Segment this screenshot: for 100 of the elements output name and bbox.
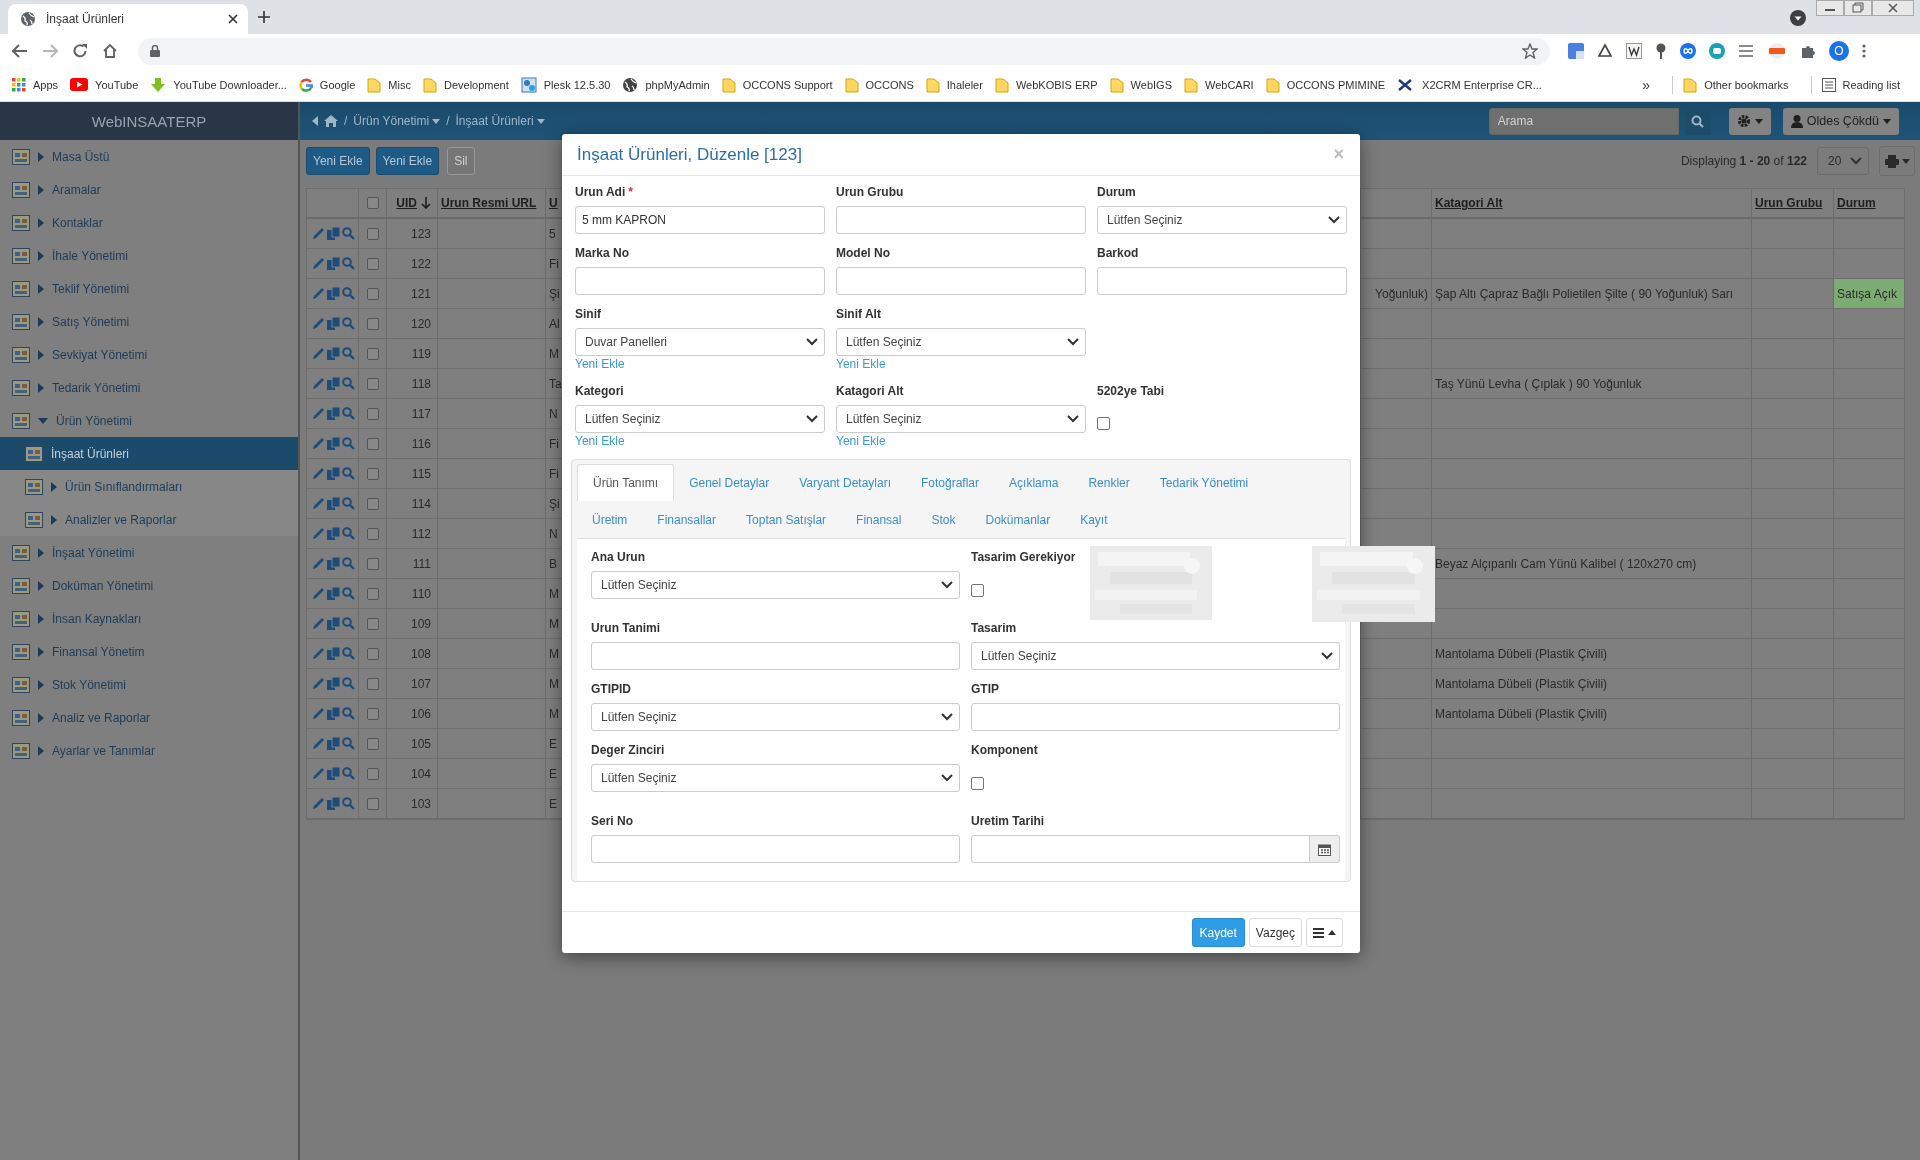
table-cell: 107: [387, 669, 438, 699]
table-cell: 111: [387, 549, 438, 579]
sidebar-item[interactable]: İhale Yönetimi: [0, 239, 298, 272]
sidebar-item[interactable]: Analiz ve Raporlar: [0, 701, 298, 734]
search-field[interactable]: Arama: [1488, 107, 1679, 135]
toolbar-button[interactable]: Yeni Ekle: [375, 147, 440, 175]
tab[interactable]: Üretim: [577, 501, 643, 538]
bookmark[interactable]: YouTube: [70, 78, 139, 91]
table-cell: 121: [387, 279, 438, 309]
field-label: Urun Grubu: [836, 185, 904, 199]
add-new-link[interactable]: Yeni Ekle: [836, 357, 886, 372]
bookmark[interactable]: Ihaleler: [925, 76, 983, 93]
sidebar-item[interactable]: Doküman Yönetimi: [0, 569, 298, 602]
dropdown[interactable]: Lütfen Seçiniz: [591, 764, 960, 792]
cancel-button[interactable]: Vazgeç: [1248, 918, 1302, 947]
bookmark[interactable]: OCCONS PMIMINE: [1265, 76, 1386, 93]
table-cell: 123: [387, 219, 438, 249]
bookmark[interactable]: X2CRM Enterprise CR...: [1397, 77, 1542, 92]
bookmark[interactable]: Google: [298, 77, 356, 92]
sidebar-item[interactable]: Aramalar: [0, 173, 298, 206]
browser-tab[interactable]: İnşaat Ürünleri: [8, 4, 248, 34]
sidebar-item[interactable]: Sevkiyat Yönetimi: [0, 338, 298, 371]
field-label: Katagori Alt: [836, 384, 904, 398]
sidebar-item[interactable]: Finansal Yönetim: [0, 635, 298, 668]
breadcrumb-link[interactable]: İnşaat Ürünleri: [455, 114, 545, 128]
dropdown[interactable]: Lütfen Seçiniz: [836, 328, 1086, 356]
sidebar-item[interactable]: Teklif Yönetimi: [0, 272, 298, 305]
tab[interactable]: Stok: [916, 501, 971, 538]
table-cell: Taş Yünü Levha ( Çıplak ) 90 Yoğunluk: [1432, 369, 1752, 399]
sidebar-item[interactable]: Stok Yönetimi: [0, 668, 298, 701]
breadcrumb-separator: /: [344, 114, 348, 128]
tab[interactable]: Finansal: [841, 501, 917, 538]
dropdown[interactable]: Lütfen Seçiniz: [836, 405, 1086, 433]
bookmark[interactable]: OCCONS: [844, 76, 914, 93]
table-cell: Mantolama Dübeli (Plastik Çivili): [1432, 699, 1752, 729]
sidebar-item[interactable]: Satış Yönetimi: [0, 305, 298, 338]
sidebar-item[interactable]: İnşaat Ürünleri: [0, 437, 298, 470]
table-cell: Mantolama Dübeli (Plastik Çivili): [1432, 669, 1752, 699]
text-field[interactable]: 5 mm KAPRON: [575, 206, 825, 234]
sidebar-item[interactable]: Analizler ve Raporlar: [0, 503, 298, 536]
sidebar-item[interactable]: Ürün Yönetimi: [0, 404, 298, 437]
column-header[interactable]: UID: [387, 189, 438, 219]
reading-list-button[interactable]: Reading list: [1821, 77, 1900, 92]
field-label: Kategori: [575, 384, 624, 398]
tab[interactable]: Finansallar: [642, 501, 732, 538]
save-button[interactable]: Kaydet: [1191, 918, 1245, 947]
tab[interactable]: Ürün Tanımı: [577, 464, 675, 501]
more-bookmarks-button[interactable]: »: [1642, 76, 1651, 93]
field-label: Tasarim Gerekiyor: [971, 550, 1076, 564]
dropdown[interactable]: Lütfen Seçiniz: [971, 642, 1340, 670]
dropdown[interactable]: Lütfen Seçiniz: [591, 571, 960, 599]
tab[interactable]: Dokümanlar: [970, 501, 1066, 538]
table-cell: Şap Altı Çapraz Bağlı Polietilen Şilte ( 90 Yoğunluk) Sarı: [1432, 279, 1752, 309]
page-size-select[interactable]: 20: [1817, 147, 1869, 175]
bookmark[interactable]: Development: [422, 76, 509, 93]
sidebar-item[interactable]: Ürün Sınıflandırmaları: [0, 470, 298, 503]
bookmark[interactable]: YouTube Downloader...: [150, 76, 287, 93]
breadcrumb-link[interactable]: Ürün Yönetimi: [353, 114, 441, 128]
sidebar-item[interactable]: Masa Üstü: [0, 140, 298, 173]
field-label: Komponent: [971, 743, 1038, 757]
field-label: Deger Zinciri: [591, 743, 665, 757]
add-new-link[interactable]: Yeni Ekle: [575, 434, 625, 449]
sidebar-item[interactable]: İnşaat Yönetimi: [0, 536, 298, 569]
user-menu-button[interactable]: Oldes Çökdü: [1782, 107, 1899, 135]
toolbar-button[interactable]: Yeni Ekle: [306, 147, 370, 175]
sidebar-item[interactable]: Kontaklar: [0, 206, 298, 239]
table-cell: 115: [387, 459, 438, 489]
sidebar-item[interactable]: Tedarik Yönetimi: [0, 371, 298, 404]
dropdown[interactable]: Lütfen Seçiniz: [575, 405, 825, 433]
bookmark[interactable]: phpMyAdmin: [622, 76, 710, 93]
bookmark[interactable]: Other bookmarks: [1683, 76, 1789, 93]
field-label: Seri No: [591, 814, 633, 828]
dropdown[interactable]: Duvar Panelleri: [575, 328, 825, 356]
field-label: Sinif: [575, 307, 601, 321]
sidebar-item[interactable]: İnsan Kaynakları: [0, 602, 298, 635]
field-label: GTIP: [971, 682, 999, 696]
table-cell: 106: [387, 699, 438, 729]
sidebar-item[interactable]: Ayarlar ve Tanımlar: [0, 734, 298, 767]
dropdown[interactable]: Lütfen Seçiniz: [1097, 206, 1347, 234]
table-cell: 104: [387, 759, 438, 789]
field-label: GTIPID: [591, 682, 631, 696]
bookmark[interactable]: WebCARI: [1183, 76, 1254, 93]
add-new-link[interactable]: Yeni Ekle: [575, 357, 625, 372]
profile-avatar[interactable]: O: [1829, 41, 1849, 61]
bookmark[interactable]: WebIGS: [1109, 76, 1172, 93]
bookmark[interactable]: Apps: [12, 77, 59, 92]
table-cell: 122: [387, 249, 438, 279]
column-header[interactable]: Katagori Alt: [1432, 189, 1752, 219]
field-label: Marka No: [575, 246, 630, 260]
column-header[interactable]: Urun Resmi URL: [438, 189, 546, 219]
column-header[interactable]: Durum: [1834, 189, 1905, 219]
dropdown[interactable]: Lütfen Seçiniz: [591, 703, 960, 731]
bookmark[interactable]: Plesk 12.5.30: [520, 76, 611, 93]
column-header[interactable]: Urun Grubu: [1752, 189, 1834, 219]
bookmark[interactable]: Misc: [367, 76, 411, 93]
tab[interactable]: Kayıt: [1065, 501, 1123, 538]
add-new-link[interactable]: Yeni Ekle: [836, 434, 886, 449]
bookmark[interactable]: WebKOBIS ERP: [994, 76, 1098, 93]
tab[interactable]: Toptan Satışlar: [731, 501, 842, 538]
bookmark[interactable]: OCCONS Support: [721, 76, 833, 93]
